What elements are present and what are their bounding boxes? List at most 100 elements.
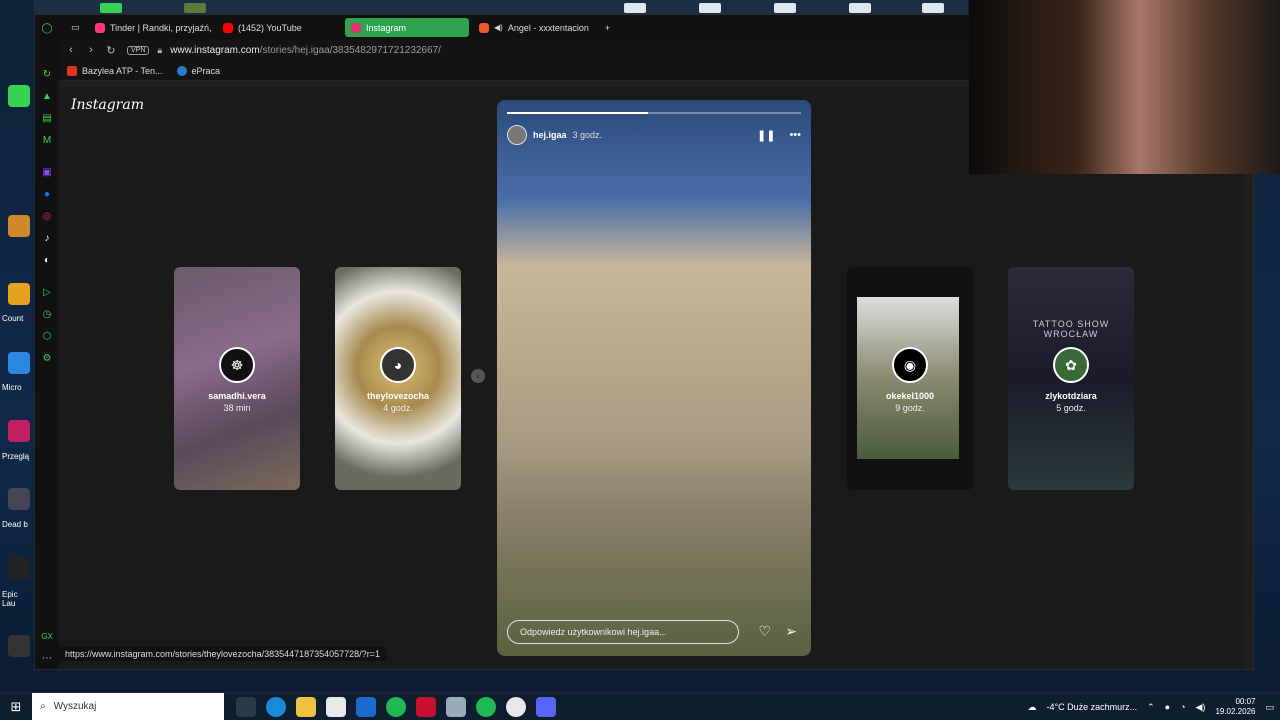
taskbar: ⊞ ⌕ Wyszukaj ☁ -4°C Duże zachmurz... ⌃ ●…: [0, 692, 1280, 720]
avatar[interactable]: [507, 125, 527, 145]
store-icon[interactable]: [326, 696, 346, 717]
desktop-label: Dead b: [2, 520, 28, 529]
tab-label: Angel - xxxtentacion: [507, 22, 589, 33]
instagram-logo[interactable]: Instagram: [71, 97, 144, 113]
clock[interactable]: 00:07 19.02.2026: [1215, 697, 1255, 717]
tab-youtube[interactable]: (1452) YouTube: [217, 18, 341, 37]
app-icon[interactable]: [8, 557, 30, 579]
tiktok-icon[interactable]: ♪: [40, 231, 54, 245]
tab-tinder[interactable]: Tinder | Randki, przyjaźń,: [89, 18, 215, 37]
settings-icon[interactable]: ⚙: [40, 351, 54, 365]
app-icon[interactable]: [8, 488, 30, 510]
microphone-icon[interactable]: ●: [1165, 702, 1170, 712]
browser-sidebar: ◯ ↻ ▲ ▤ M ▣ ● ◎ ♪ ◐ ▷ ◷ ⬡ ⚙ GX ⋯: [35, 15, 59, 669]
edge-icon[interactable]: [266, 696, 286, 717]
bookmark-bazylea[interactable]: Bazylea ATP - Ten...: [67, 65, 163, 76]
story-card-theylovezocha[interactable]: ◕ theylovezocha 4 godz.: [335, 267, 461, 490]
clock-date: 19.02.2026: [1215, 707, 1256, 716]
story-time: 3 godz.: [572, 130, 603, 140]
network-icon[interactable]: ◔: [1180, 702, 1185, 712]
file-icon[interactable]: [922, 3, 944, 13]
youtube-icon: [223, 22, 233, 33]
story-time: 5 godz.: [1056, 403, 1086, 413]
app-icon[interactable]: [8, 85, 30, 107]
clock-icon[interactable]: ◷: [40, 307, 54, 321]
volume-icon[interactable]: ◀): [1196, 702, 1206, 713]
gx-icon[interactable]: GX: [40, 629, 54, 643]
chrome-icon[interactable]: [506, 696, 526, 717]
weather-text[interactable]: -4°C Duże zachmurz...: [1046, 702, 1137, 712]
app-icon[interactable]: [8, 635, 30, 657]
tab-overview[interactable]: ▭: [65, 18, 87, 37]
desktop-shortcut-icon[interactable]: [100, 3, 122, 13]
back-icon[interactable]: ‹: [63, 44, 79, 56]
story-time: 4 godz.: [383, 403, 413, 413]
desktop-label: Lau: [2, 599, 16, 608]
taskbar-search[interactable]: ⌕ Wyszukaj: [32, 692, 224, 720]
app-icon[interactable]: [8, 283, 30, 305]
poster-title: TATTOO SHOW WROCŁAW: [1032, 319, 1110, 339]
new-tab-button[interactable]: +: [599, 18, 619, 37]
story-card-okekel[interactable]: ◉ okekel1000 9 godz.: [847, 267, 973, 490]
bookmark-icon: [176, 65, 187, 76]
pause-icon[interactable]: ❚❚: [757, 129, 775, 142]
task-view-icon[interactable]: [236, 696, 256, 717]
play-icon[interactable]: ▷: [40, 285, 54, 299]
messenger-icon[interactable]: ●: [40, 187, 54, 201]
opera-logo-icon[interactable]: ◯: [40, 21, 54, 35]
send-icon[interactable]: ➢: [785, 623, 797, 640]
discord-icon[interactable]: [536, 696, 556, 717]
tab-instagram[interactable]: Instagram: [345, 18, 469, 37]
app-icon[interactable]: [8, 215, 30, 237]
plus-icon: +: [605, 22, 611, 33]
discord-icon[interactable]: ◐: [40, 253, 54, 267]
heart-icon[interactable]: ♡: [758, 623, 771, 640]
bookmark-epraca[interactable]: ePraca: [176, 65, 220, 76]
tab-label: (1452) YouTube: [238, 22, 302, 33]
file-explorer-icon[interactable]: [296, 696, 316, 717]
url-host: www.instagram.com: [170, 44, 260, 56]
app-icon[interactable]: [8, 352, 30, 374]
gaming-icon[interactable]: ▤: [40, 111, 54, 125]
refresh-icon[interactable]: ↻: [40, 67, 54, 81]
extensions-icon[interactable]: ⬡: [40, 329, 54, 343]
file-icon[interactable]: [849, 3, 871, 13]
app-icon[interactable]: [356, 696, 376, 717]
story-card-zlykotdziara[interactable]: TATTOO SHOW WROCŁAW ✿ zlykotdziara 5 god…: [1008, 267, 1134, 490]
reply-input[interactable]: Odpowiedz użytkownikowi hej.igaa...: [507, 620, 739, 644]
forward-icon[interactable]: ›: [83, 44, 99, 56]
desktop-shortcut-icon[interactable]: [184, 3, 206, 13]
tab-angel[interactable]: ◀) Angel - xxxtentacion: [473, 18, 597, 37]
previous-story-button[interactable]: ‹: [471, 369, 485, 383]
instagram-icon[interactable]: ◎: [40, 209, 54, 223]
more-icon[interactable]: ⋯: [40, 651, 54, 665]
chevron-left-icon: ‹: [476, 371, 480, 381]
file-icon[interactable]: [624, 3, 646, 13]
spotify-icon[interactable]: [386, 696, 406, 717]
chevron-up-icon[interactable]: ⌃: [1147, 702, 1155, 713]
avatar: ☸: [219, 347, 255, 383]
m-icon[interactable]: M: [40, 133, 54, 147]
vpn-badge[interactable]: VPN: [127, 45, 150, 55]
file-icon[interactable]: [774, 3, 796, 13]
story-username[interactable]: hej.igaa: [533, 130, 567, 140]
file-icon[interactable]: [699, 3, 721, 13]
windows-start-icon[interactable]: ⊞: [0, 699, 32, 715]
bookmark-label: Bazylea ATP - Ten...: [82, 65, 163, 76]
reload-icon[interactable]: ↻: [103, 44, 119, 57]
more-options-icon[interactable]: •••: [789, 129, 801, 142]
webcam-overlay: [969, 0, 1280, 174]
instagram-icon: [351, 22, 361, 33]
story-card-samadhi[interactable]: ☸ samadhi.vera 38 min: [174, 267, 300, 490]
twitch-icon[interactable]: ▣: [40, 165, 54, 179]
app-icon[interactable]: [8, 420, 30, 442]
url-field[interactable]: www.instagram.com/stories/hej.igaa/38354…: [170, 45, 441, 56]
notifications-icon[interactable]: ▭: [1265, 702, 1274, 713]
opera-gx-icon[interactable]: [416, 696, 436, 717]
weather-icon[interactable]: ☁: [1027, 702, 1036, 713]
app-icon[interactable]: [446, 696, 466, 717]
shop-icon[interactable]: ▲: [40, 89, 54, 103]
spotify-icon[interactable]: [476, 696, 496, 717]
lock-icon[interactable]: 🔒︎: [157, 45, 162, 56]
main-story[interactable]: hej.igaa 3 godz. ❚❚ ••• Odpowiedz użytko…: [497, 100, 811, 656]
